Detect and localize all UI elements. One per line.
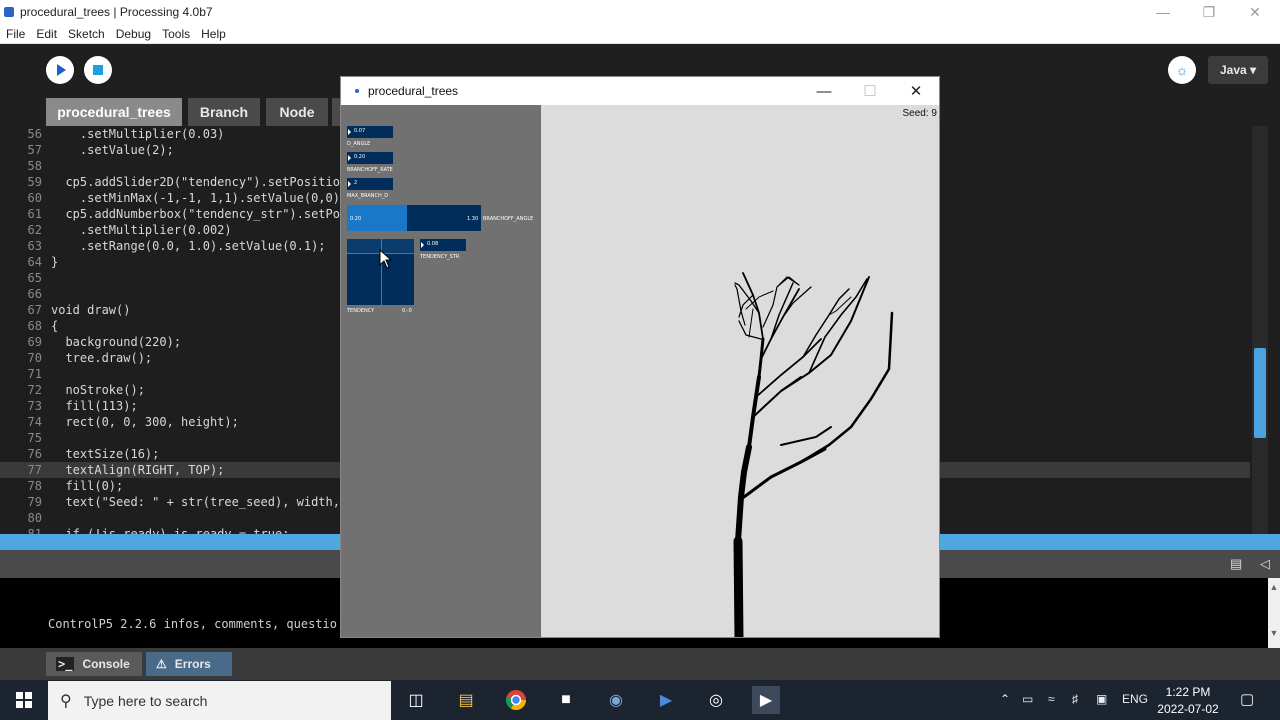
menu-file[interactable]: File (0, 27, 30, 41)
errors-tab[interactable]: ⚠ Errors (146, 652, 232, 676)
editor-scrollbar-thumb[interactable] (1254, 348, 1266, 438)
stop-icon (93, 65, 103, 75)
console-tab[interactable]: >_ Console (46, 652, 142, 676)
tray-overflow-icon[interactable]: ⌃ (1000, 692, 1010, 706)
seed-readout: Seed: 9 (902, 108, 937, 119)
chrome-icon[interactable] (502, 686, 530, 714)
d-angle-label: D_ANGLE (347, 141, 371, 147)
errors-tab-label: Errors (174, 657, 211, 671)
console-scrollbar[interactable]: ▲ ▼ (1268, 578, 1280, 648)
screen: procedural_trees | Processing 4.0b7 — ❐ … (0, 0, 1280, 720)
processing-taskbar-icon[interactable]: ▶ (652, 686, 680, 714)
file-explorer-icon[interactable]: ▤ (452, 686, 480, 714)
editor-scrollbar[interactable] (1252, 126, 1268, 534)
numberbox-arrow-icon (348, 181, 351, 187)
godot-icon[interactable]: ◉ (602, 686, 630, 714)
tendency-str-label: TENDENCY_STR (420, 254, 460, 260)
scroll-up-icon[interactable]: ▲ (1268, 582, 1280, 592)
console-tab-label: Console (82, 657, 130, 671)
tab-procedural-trees[interactable]: procedural_trees (46, 98, 182, 126)
procedural-tree (733, 272, 894, 637)
taskbar-clock[interactable]: 1:22 PM 2022-07-02 (1156, 684, 1220, 718)
branchoff-angle-label: BRANCHOFF_ANGLE (483, 216, 534, 222)
max-branch-d-value: 2 (354, 180, 358, 186)
mode-selector[interactable]: Java ▾ (1208, 56, 1268, 84)
terminal-icon: >_ (56, 657, 75, 671)
ide-window-title: procedural_trees | Processing 4.0b7 (20, 5, 213, 19)
branchoff-rate-value: 0.20 (354, 154, 366, 160)
menu-edit[interactable]: Edit (30, 27, 62, 41)
volume-icon[interactable]: ♯ (1072, 692, 1078, 706)
tab-branch[interactable]: Branch (188, 98, 260, 126)
branchoff-angle-min: 0.20 (350, 216, 362, 222)
taskbar-search-box[interactable]: ⚲ Type here to search (48, 681, 391, 720)
ide-title-bar: procedural_trees | Processing 4.0b7 (0, 0, 1280, 24)
numberbox-arrow-icon (348, 129, 351, 135)
debugger-button[interactable]: ☼ (1168, 56, 1196, 84)
menu-sketch[interactable]: Sketch (62, 27, 110, 41)
search-icon: ⚲ (60, 692, 72, 710)
tendency-value: 0,-0 (402, 308, 412, 314)
search-placeholder: Type here to search (83, 692, 208, 709)
obs-icon[interactable]: ◎ (702, 686, 730, 714)
console-output: ControlP5 2.2.6 infos, comments, questio (48, 617, 337, 631)
ide-minimize-button[interactable]: — (1140, 0, 1186, 24)
menu-tools[interactable]: Tools (156, 27, 195, 41)
play-icon (57, 64, 66, 76)
tab-node[interactable]: Node (266, 98, 328, 126)
warning-icon: ⚠ (156, 657, 167, 671)
numberbox-arrow-icon (348, 155, 351, 161)
mouse-cursor-icon (379, 249, 393, 269)
branchoff-angle-max: 1.30 (467, 216, 479, 222)
ide-maximize-button[interactable]: ❐ (1186, 0, 1232, 24)
processing-app-icon (4, 7, 14, 17)
stop-button[interactable] (84, 56, 112, 84)
tendency-str-value: 0.08 (427, 241, 439, 247)
sketch-taskbar-icon[interactable]: ▶ (752, 686, 780, 714)
max-branch-d-label: MAX_BRANCH_D (347, 193, 389, 199)
tendency-label: TENDENCY (347, 308, 375, 314)
ide-close-button[interactable]: ✕ (1232, 0, 1278, 24)
menu-bar: File Edit Sketch Debug Tools Help (0, 24, 1280, 44)
collapse-console-icon[interactable]: ◁ (1260, 556, 1270, 572)
windows-start-icon[interactable] (10, 686, 38, 714)
clock-date: 2022-07-02 (1157, 702, 1219, 716)
numberbox-arrow-icon (421, 242, 424, 248)
menu-debug[interactable]: Debug (110, 27, 156, 41)
debug-bug-icon: ☼ (1175, 62, 1189, 78)
sketch-window: procedural_trees — ☐ ✕ 0.07 D_ANGLE 0.20… (340, 76, 940, 638)
task-view-icon[interactable]: ◫ (402, 686, 430, 714)
d-angle-value: 0.07 (354, 128, 366, 134)
network-icon[interactable]: ▣ (1096, 692, 1107, 706)
scroll-down-icon[interactable]: ▼ (1268, 628, 1280, 638)
battery-icon[interactable]: ▭ (1022, 692, 1033, 706)
run-button[interactable] (46, 56, 74, 84)
tab-overflow[interactable] (332, 98, 340, 126)
branchoff-angle-range[interactable] (347, 205, 481, 231)
notifications-icon[interactable]: ▢ (1240, 690, 1254, 708)
clipboard-icon[interactable]: ▤ (1230, 556, 1242, 572)
clock-time: 1:22 PM (1165, 685, 1211, 699)
branchoff-rate-label: BRANCHOFF_RATE (347, 167, 393, 173)
language-indicator[interactable]: ENG (1122, 692, 1148, 706)
app-icon-generic[interactable]: ■ (552, 686, 580, 714)
wifi-icon[interactable]: ≈ (1048, 692, 1055, 706)
menu-help[interactable]: Help (195, 27, 231, 41)
